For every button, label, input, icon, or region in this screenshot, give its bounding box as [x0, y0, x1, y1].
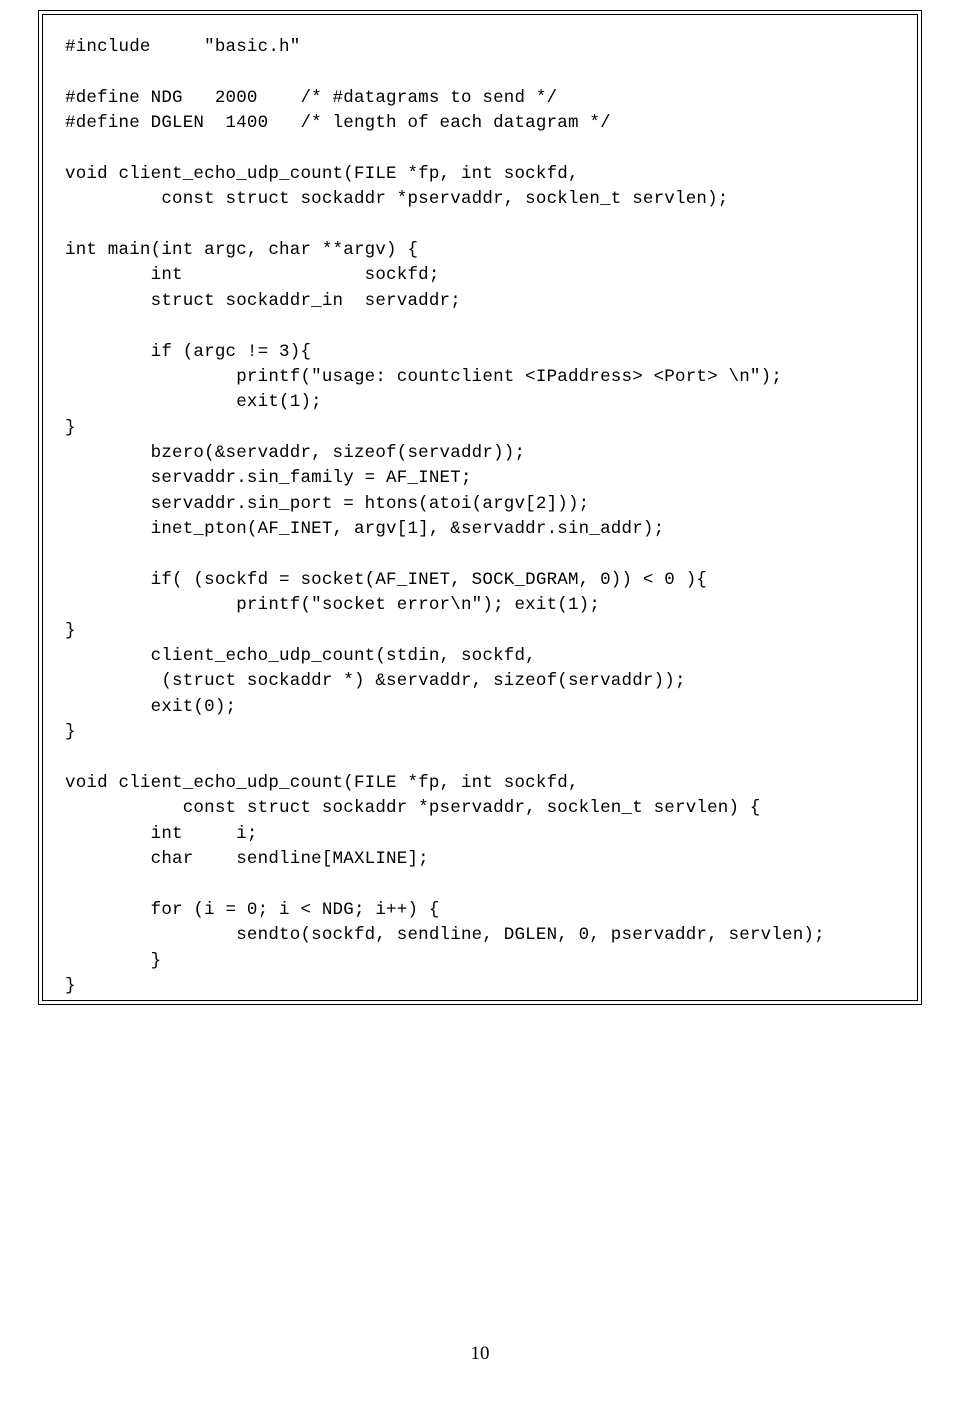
- page-number: 10: [0, 1343, 960, 1365]
- code-block: #include "basic.h" #define NDG 2000 /* #…: [42, 14, 918, 1001]
- code-outer-frame: #include "basic.h" #define NDG 2000 /* #…: [38, 10, 922, 1005]
